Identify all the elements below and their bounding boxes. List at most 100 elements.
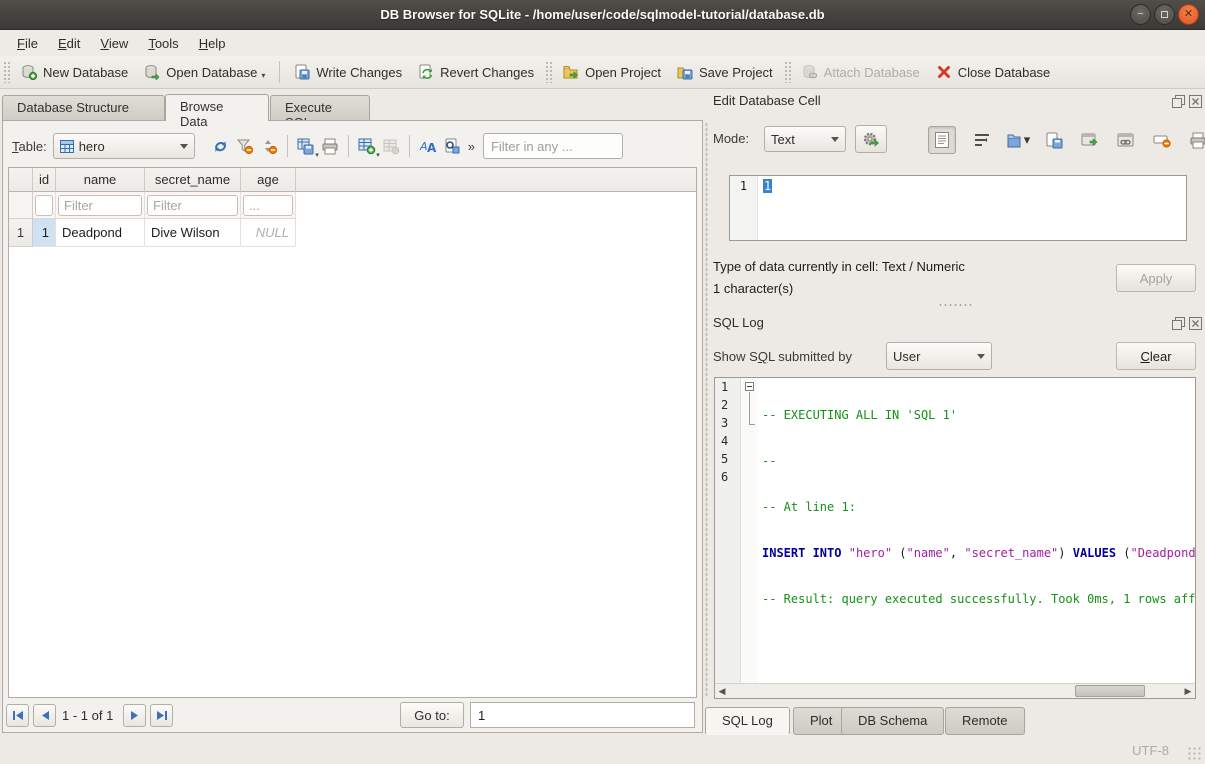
save-table-button[interactable]: ▾ (294, 134, 318, 158)
corner-header[interactable] (9, 168, 33, 192)
dock-float-icon[interactable] (1172, 317, 1185, 330)
column-header-age[interactable]: age (241, 168, 296, 192)
set-null-button[interactable] (1148, 126, 1176, 154)
scrollbar-thumb[interactable] (1075, 685, 1145, 697)
fold-collapse-icon[interactable] (745, 382, 754, 391)
cell-secret-name[interactable]: Dive Wilson (145, 219, 241, 247)
open-database-button[interactable]: Open Database ▾ (136, 60, 273, 84)
menu-tools[interactable]: Tools (139, 33, 187, 54)
export-file-button[interactable] (1040, 126, 1068, 154)
encoding-indicator[interactable]: UTF-8 (1132, 743, 1169, 758)
cell-age[interactable]: NULL (241, 219, 296, 247)
toolbar-handle[interactable] (3, 61, 10, 83)
table-select-value: hero (79, 139, 105, 154)
cell-editor-content[interactable]: 1 (763, 179, 772, 193)
import-file-button[interactable]: ▾ (1004, 126, 1032, 154)
open-project-button[interactable]: Open Project (555, 60, 669, 84)
cell-value-editor[interactable]: 1 1 (729, 175, 1187, 241)
print-cell-button[interactable] (1184, 126, 1205, 154)
menu-edit[interactable]: Edit (49, 33, 89, 54)
bottom-tab-db-schema[interactable]: DB Schema (841, 707, 944, 735)
mode-select[interactable]: Text (764, 126, 846, 152)
sql-log-editor[interactable]: 1 2 3 4 5 6 -- EXECUTING ALL IN 'SQL 1' … (714, 377, 1196, 699)
table-select[interactable]: hero (53, 133, 195, 159)
menu-file[interactable]: File (8, 33, 47, 54)
sql-filter-select[interactable]: User (886, 342, 992, 370)
menu-view[interactable]: View (91, 33, 137, 54)
pagination-bar: 1 - 1 of 1 Go to: (2, 699, 701, 731)
cell-name[interactable]: Deadpond (56, 219, 145, 247)
save-project-button[interactable]: Save Project (669, 60, 781, 84)
text-mode-toggle-button[interactable] (928, 126, 956, 154)
write-changes-button[interactable]: Write Changes (286, 60, 410, 84)
clear-sorting-button[interactable] (257, 134, 281, 158)
refresh-button[interactable] (209, 134, 233, 158)
data-grid[interactable]: id name secret_name age 1 1 Deadpond Div… (8, 167, 697, 698)
last-page-button[interactable] (150, 704, 173, 727)
row-header[interactable]: 1 (9, 219, 33, 247)
tab-browse-data[interactable]: Browse Data (165, 94, 269, 121)
open-database-dropdown-icon[interactable]: ▾ (261, 71, 265, 80)
filter-input-age[interactable] (243, 195, 293, 216)
dock-close-icon[interactable] (1189, 317, 1202, 330)
title-bar[interactable]: DB Browser for SQLite - /home/user/code/… (0, 0, 1205, 30)
cell-id[interactable]: 1 (33, 219, 56, 247)
toolbar-handle[interactable] (545, 61, 552, 83)
tab-database-structure[interactable]: Database Structure (2, 95, 165, 121)
goto-button[interactable]: Go to: (400, 702, 464, 728)
revert-changes-button[interactable]: Revert Changes (410, 60, 542, 84)
new-database-button[interactable]: New Database (13, 60, 136, 84)
window-title: DB Browser for SQLite - /home/user/code/… (380, 7, 824, 22)
close-database-button[interactable]: Close Database (928, 60, 1059, 84)
tab-execute-sql[interactable]: Execute SQL (270, 95, 370, 121)
scroll-right-icon[interactable]: ▶ (1181, 685, 1195, 698)
close-button[interactable]: ✕ (1178, 4, 1199, 25)
first-page-button[interactable] (6, 704, 29, 727)
next-page-button[interactable] (123, 704, 146, 727)
clear-log-button[interactable]: Clear (1116, 342, 1196, 370)
dock-close-icon[interactable] (1189, 95, 1202, 108)
find-in-table-button[interactable] (440, 134, 464, 158)
table-label: Table: (12, 139, 47, 154)
attach-database-button: Attach Database (794, 60, 928, 84)
open-url-button[interactable] (1112, 126, 1140, 154)
menu-help[interactable]: Help (190, 33, 235, 54)
filter-input-id[interactable] (35, 195, 53, 216)
previous-page-button[interactable] (33, 704, 56, 727)
insert-record-button[interactable]: ▾ (355, 134, 379, 158)
apply-format-button[interactable] (855, 125, 887, 153)
bottom-tab-sql-log[interactable]: SQL Log (705, 707, 790, 735)
print-button[interactable] (318, 134, 342, 158)
clear-filters-button[interactable] (233, 134, 257, 158)
horizontal-scrollbar[interactable]: ◀ ▶ (715, 683, 1195, 698)
main-toolbar: New Database Open Database ▾ Write Chang… (0, 56, 1205, 89)
filter-any-column-input[interactable] (483, 133, 623, 159)
goto-record-input[interactable] (470, 702, 695, 728)
column-header-id[interactable]: id (33, 168, 56, 192)
chevron-down-icon (180, 144, 188, 149)
word-wrap-button[interactable] (968, 126, 996, 154)
minimize-button[interactable]: − (1130, 4, 1151, 25)
column-header-secret-name[interactable]: secret_name (145, 168, 241, 192)
toolbar-handle[interactable] (784, 61, 791, 83)
filter-row-header (9, 192, 33, 219)
toolbar-overflow-chevron[interactable]: » (468, 139, 475, 154)
dock-splitter-handle[interactable] (938, 303, 972, 307)
maximize-button[interactable] (1154, 4, 1175, 25)
sql-fold-margin[interactable] (742, 378, 758, 698)
bottom-tab-remote[interactable]: Remote (945, 707, 1025, 735)
panel-splitter[interactable] (705, 122, 708, 698)
chevron-down-icon (831, 137, 839, 142)
sql-log-code: -- EXECUTING ALL IN 'SQL 1' -- -- At lin… (762, 378, 1195, 682)
column-header-name[interactable]: name (56, 168, 145, 192)
cell-editor-line-number: 1 (730, 176, 758, 240)
open-external-button[interactable] (1076, 126, 1104, 154)
filter-input-name[interactable] (58, 195, 142, 216)
resize-grip[interactable] (1187, 746, 1201, 760)
dock-float-icon[interactable] (1172, 95, 1185, 108)
scroll-left-icon[interactable]: ◀ (715, 685, 729, 698)
save-project-label: Save Project (699, 65, 773, 80)
format-font-button[interactable]: AA (416, 134, 440, 158)
filter-input-secret-name[interactable] (147, 195, 238, 216)
sql-filter-select-value: User (893, 349, 920, 364)
